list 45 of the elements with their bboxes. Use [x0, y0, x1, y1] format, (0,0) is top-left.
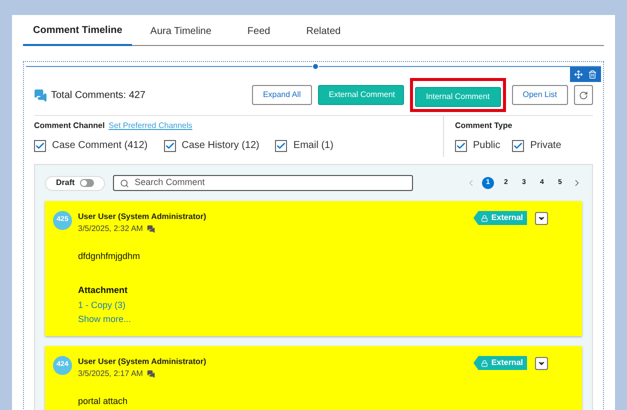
checkbox[interactable] [275, 140, 288, 152]
search-input[interactable]: Search Comment [134, 176, 406, 190]
checkbox[interactable] [512, 140, 524, 152]
comment-body: portal attach [78, 395, 129, 408]
checkbox[interactable] [34, 140, 46, 152]
chat-icon [146, 225, 155, 233]
comment-date: 3/5/2025, 2:32 AM [78, 223, 143, 235]
checkbox-option[interactable]: Case History (12) [164, 138, 260, 153]
draft-toggle[interactable]: Draft [45, 176, 105, 190]
total-comments-label: Total Comments: 427 [51, 88, 146, 102]
comments-icon [34, 88, 47, 102]
checkbox-option[interactable]: Email (1) [275, 138, 334, 153]
tab[interactable]: Feed [229, 24, 288, 45]
handle-icon[interactable] [312, 63, 319, 70]
tab[interactable]: Comment Timeline [23, 23, 132, 46]
dropdown-button[interactable] [535, 356, 548, 370]
external-badge: External [473, 356, 527, 370]
section-title: Comment Channel [34, 120, 105, 132]
switch[interactable] [80, 179, 94, 187]
author-name: User User (System Administrator) [78, 356, 206, 368]
tab[interactable]: Aura Timeline [132, 24, 230, 45]
external-badge: External [473, 211, 527, 225]
checkbox[interactable] [455, 140, 467, 152]
show-more-link[interactable]: Show more... [78, 312, 548, 326]
checkbox-option[interactable]: Private [512, 138, 562, 153]
chat-icon [146, 370, 155, 378]
search-field[interactable]: Search Comment [112, 175, 413, 191]
section-title: Comment Type [455, 120, 514, 132]
comment-body: dfdgnhfmjgdhm [78, 250, 142, 263]
comment-date: 3/5/2025, 2:17 AM [78, 368, 143, 380]
refresh-icon [579, 90, 588, 100]
author-name: User User (System Administrator) [78, 211, 206, 223]
attachment-title: Attachment [78, 284, 129, 296]
delete-icon[interactable] [588, 70, 597, 79]
checkbox-option[interactable]: Public [455, 138, 500, 153]
checkbox[interactable] [164, 140, 176, 152]
tab[interactable]: Related [288, 24, 359, 45]
move-icon[interactable] [574, 70, 583, 79]
toolbar-button[interactable]: Expand All [252, 85, 312, 105]
search-icon [120, 178, 129, 188]
dropdown-button[interactable] [535, 212, 548, 224]
attachment-link[interactable]: 1 - Copy (3) [78, 299, 548, 312]
checkbox-option[interactable]: Case Comment (412) [34, 138, 148, 153]
refresh-button[interactable] [574, 85, 593, 105]
toolbar-button[interactable]: Open List [512, 85, 568, 105]
